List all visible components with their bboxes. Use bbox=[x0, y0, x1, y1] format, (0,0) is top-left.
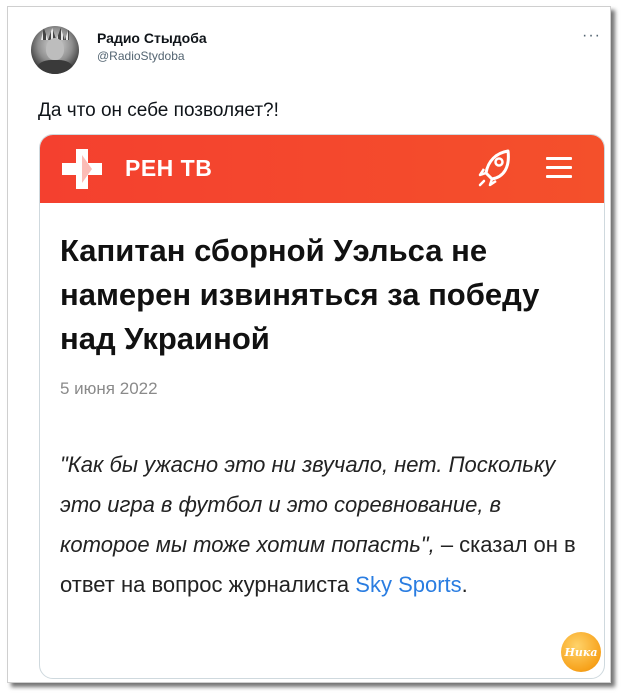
more-options-icon[interactable]: ··· bbox=[582, 27, 601, 45]
ren-tv-logo-icon bbox=[62, 149, 102, 189]
watermark-text: Ника bbox=[564, 645, 598, 659]
embedded-image-card[interactable]: РЕН ТВ Капитан сборной Уэльса не намерен… bbox=[39, 134, 605, 679]
article-date: 5 июня 2022 bbox=[60, 379, 158, 398]
article-quote: "Как бы ужасно это ни звучало, нет. Поск… bbox=[60, 445, 585, 605]
quote-end: . bbox=[461, 572, 468, 597]
article-headline: Капитан сборной Уэльса не намерен извиня… bbox=[60, 233, 540, 356]
tweet-text: Да что он себе позволяет?! bbox=[38, 100, 279, 121]
avatar-face bbox=[46, 38, 64, 60]
tweet-frame: Радио Стыдоба @RadioStydoba ··· Да что о… bbox=[7, 6, 611, 683]
brand-name: РЕН ТВ bbox=[125, 155, 213, 181]
card-header: РЕН ТВ bbox=[40, 135, 604, 203]
author-handle[interactable]: @RadioStydoba bbox=[97, 49, 185, 63]
sky-sports-link[interactable]: Sky Sports bbox=[355, 572, 461, 597]
avatar[interactable] bbox=[31, 26, 79, 74]
watermark-logo: Ника bbox=[561, 632, 601, 672]
rocket-icon[interactable] bbox=[478, 149, 512, 187]
author-name[interactable]: Радио Стыдоба bbox=[97, 30, 207, 46]
menu-icon[interactable] bbox=[546, 157, 572, 179]
avatar-body bbox=[37, 60, 73, 74]
